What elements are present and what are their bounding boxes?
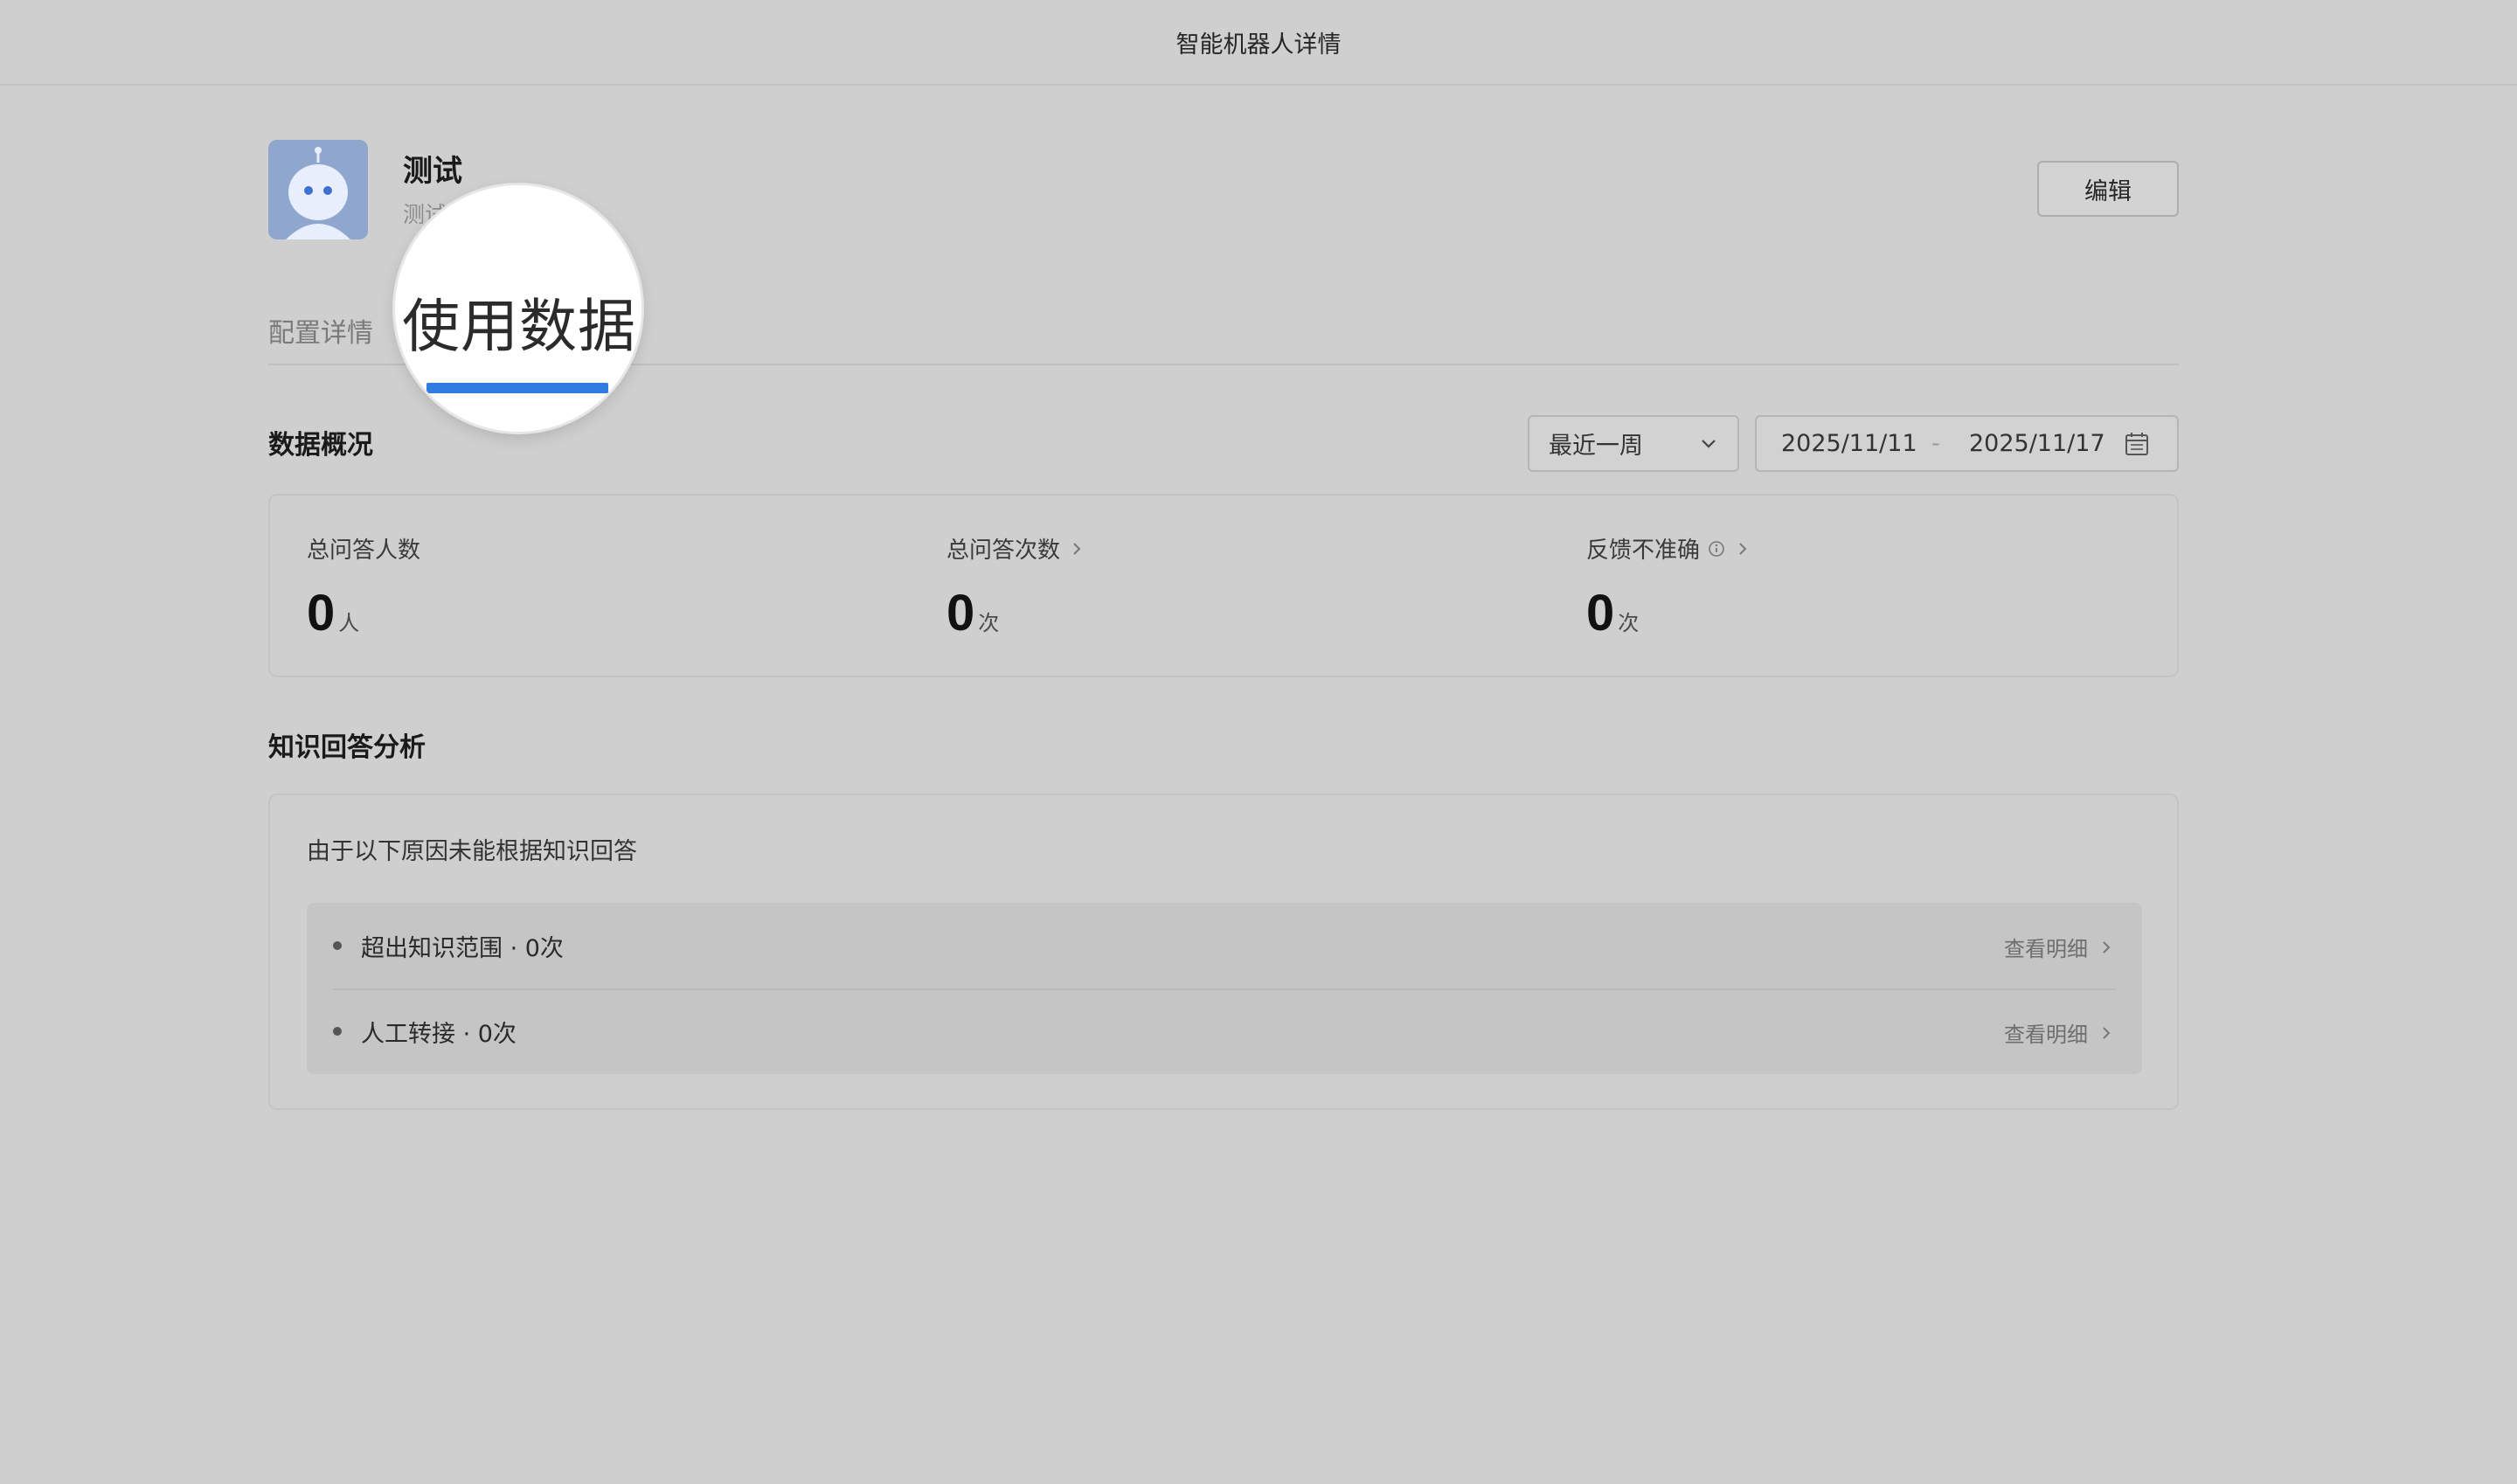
stat-label: 总问答人数 xyxy=(307,537,421,564)
edit-button[interactable]: 编辑 xyxy=(2037,161,2179,217)
analysis-title: 知识回答分析 xyxy=(268,732,426,763)
stat-unit: 人 xyxy=(338,611,360,635)
window-title: 智能机器人详情 xyxy=(0,0,2517,86)
reason-list: 超出知识范围 · 0次 查看明细 人工转接 · 0次 查看明细 xyxy=(307,903,2142,1074)
info-icon[interactable] xyxy=(1707,539,1726,558)
date-start[interactable]: 2025/11/11 xyxy=(1781,430,1917,457)
reason-text: 人工转接 · 0次 xyxy=(361,1020,517,1048)
stat-total-questions[interactable]: 总问答次数 0 次 xyxy=(946,532,1086,642)
stat-unit: 次 xyxy=(1618,611,1640,635)
range-select[interactable]: 最近一周 xyxy=(1528,415,1739,472)
stat-label: 反馈不准确 xyxy=(1586,537,1701,564)
stat-value: 0 xyxy=(1586,585,1615,641)
stat-inaccurate-feedback[interactable]: 反馈不准确 0 次 xyxy=(1586,532,1752,642)
chevron-right-icon[interactable] xyxy=(1733,539,1752,558)
date-end[interactable]: 2025/11/17 xyxy=(1969,430,2105,457)
view-detail-label: 查看明细 xyxy=(2004,1023,2088,1047)
robot-avatar-icon xyxy=(268,140,368,239)
date-separator: - xyxy=(1931,430,1940,457)
list-item: 超出知识范围 · 0次 查看明细 xyxy=(333,903,2116,988)
analysis-card: 由于以下原因未能根据知识回答 超出知识范围 · 0次 查看明细 人工转接 · 0… xyxy=(268,794,2179,1110)
active-tab-indicator xyxy=(426,383,608,393)
bot-name: 测试 xyxy=(403,154,462,189)
view-detail-link[interactable]: 查看明细 xyxy=(2004,1017,2116,1048)
stat-total-users: 总问答人数 0 人 xyxy=(307,532,420,642)
chevron-right-icon[interactable] xyxy=(1067,539,1086,558)
bullet-icon xyxy=(333,941,342,950)
chevron-down-icon xyxy=(1702,440,1716,448)
stat-label: 总问答次数 xyxy=(946,537,1061,564)
list-item: 人工转接 · 0次 查看明细 xyxy=(333,988,2116,1074)
bullet-icon xyxy=(333,1027,342,1036)
tab-usage-label: 使用数据 xyxy=(402,293,636,360)
stats-card: 总问答人数 0 人 总问答次数 0 次 反馈不准确 0 次 xyxy=(268,494,2179,677)
overview-title: 数据概况 xyxy=(268,430,373,461)
view-detail-link[interactable]: 查看明细 xyxy=(2004,932,2116,962)
stat-value: 0 xyxy=(946,585,975,641)
stat-unit: 次 xyxy=(978,611,1000,635)
chevron-right-icon xyxy=(2103,940,2111,954)
analysis-intro: 由于以下原因未能根据知识回答 xyxy=(307,838,637,865)
stat-value: 0 xyxy=(307,585,336,641)
date-range-picker[interactable]: 2025/11/11 - 2025/11/17 xyxy=(1755,415,2179,472)
calendar-icon[interactable] xyxy=(2124,431,2150,457)
range-select-value: 最近一周 xyxy=(1549,433,1643,460)
reason-text: 超出知识范围 · 0次 xyxy=(361,934,564,962)
chevron-right-icon xyxy=(2103,1026,2111,1039)
tab-config[interactable]: 配置详情 xyxy=(268,311,373,350)
view-detail-label: 查看明细 xyxy=(2004,937,2088,961)
tab-usage-magnified[interactable]: 使用数据 xyxy=(395,185,641,432)
